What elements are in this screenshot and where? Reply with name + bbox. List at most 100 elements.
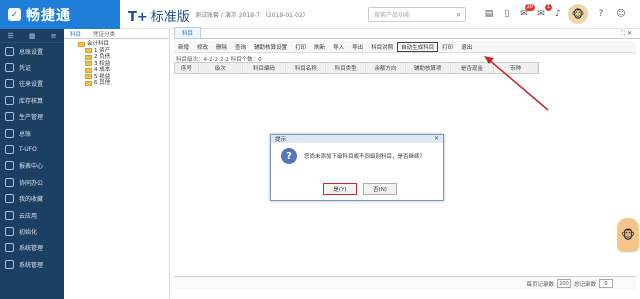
sidebar-item[interactable]: 往来设置 <box>0 76 64 92</box>
toolbar-delete-button[interactable]: 删除 <box>212 43 231 51</box>
sidebar-item[interactable]: 云应用 <box>0 207 64 223</box>
col-name[interactable]: 科目名称 <box>286 63 327 73</box>
question-icon: ? <box>281 148 297 164</box>
top-bar: ✓ 畅捷通 T+ 标准版 测试账套 / 演示 2018-7 （2019-01-0… <box>0 0 640 29</box>
col-type[interactable]: 科目类型 <box>326 63 366 73</box>
toolbar-print2-button[interactable]: 打印 <box>438 43 457 51</box>
folder-icon <box>85 74 92 80</box>
edition-name: 标准版 <box>150 10 190 25</box>
document-tabs: 科目 <box>174 27 640 39</box>
account-tree: 会计科目 1 资产 2 负债 3 权益 4 成本 5 损益 6 其他 <box>64 39 169 87</box>
page-size-input[interactable]: 200 <box>556 279 571 288</box>
gift-icon[interactable]: ✉ 20 <box>517 4 535 21</box>
col-code[interactable]: 科目编码 <box>243 63 287 73</box>
sidebar-item[interactable]: 报表中心 <box>0 158 64 174</box>
total-count: 0 <box>599 279 613 288</box>
left-panel: 科目 凭证分类 会计科目 1 资产 2 负债 3 权益 4 成本 5 损益 6 … <box>64 29 170 299</box>
col-cash[interactable]: 是否现金 <box>451 63 495 73</box>
toolbar-refresh-button[interactable]: 刷新 <box>310 43 329 51</box>
close-icon[interactable]: ✕ <box>434 135 439 142</box>
nav-icon <box>5 259 14 269</box>
folder-icon <box>85 67 92 73</box>
tree-node[interactable]: 6 其他 <box>78 80 169 87</box>
app-logo[interactable]: ✓ 畅捷通 <box>0 0 120 29</box>
sidebar-item[interactable]: 总账 <box>0 125 64 141</box>
sidebar-item[interactable]: 初始化 <box>0 223 64 239</box>
sidebar-item[interactable]: 生产管理 <box>0 109 64 125</box>
page-size-label: 每页记录数 <box>526 281 554 288</box>
nav-icon <box>5 63 14 73</box>
total-label: 总记录数 <box>573 281 596 288</box>
tab-accounts[interactable]: 科目 <box>64 29 87 38</box>
nav-icon <box>5 128 14 138</box>
phone-icon[interactable]: ▯ <box>500 7 514 21</box>
dialog-title: 提示 <box>271 135 443 143</box>
nav-icon <box>5 194 14 204</box>
nav-icon <box>5 210 14 220</box>
company-info: 测试账套 / 演示 2018-7 （2019-01-02） <box>195 12 309 19</box>
sidebar-item[interactable]: 系统管理 <box>0 256 64 272</box>
nav-icon <box>5 46 14 56</box>
confirm-dialog: 提示 ✕ ? 您尚未添加下级科目或不同级别科目，是否继续？ 是(Y) 否(N) <box>270 134 444 201</box>
toolbar-autogen-button[interactable]: 自动生成科目 <box>397 41 439 52</box>
logo-mark-icon: ✓ <box>8 8 21 21</box>
toolbar: 新增 修改 删除 查询 辅助核算设置 打印 刷新 导入 导出 科目对照 自动生成… <box>174 41 636 53</box>
toolbar-mapping-button[interactable]: 科目对照 <box>367 43 397 51</box>
sidebar-top: ☰ ▦ ≡ <box>0 29 64 43</box>
status-bar: 每页记录数 200 总记录数 0 <box>174 276 636 290</box>
mascot-icon[interactable]: 🐵 <box>617 218 639 252</box>
mail-icon[interactable]: ✉ 1 <box>534 4 552 21</box>
edition-prefix: T+ <box>128 10 148 25</box>
col-index[interactable]: 序号 <box>175 63 199 73</box>
toolbar-import-button[interactable]: 导入 <box>329 43 348 51</box>
sidebar-item[interactable]: 我的收藏 <box>0 191 64 207</box>
sidebar-item[interactable]: 库存核算 <box>0 92 64 108</box>
toolbar-query-button[interactable]: 查询 <box>231 43 250 51</box>
nav-icon <box>5 79 14 89</box>
avatar[interactable]: 🐵 <box>568 4 588 24</box>
list-icon[interactable]: ≡ <box>51 32 57 40</box>
search-input[interactable]: 搜索产品功能 ⌕ <box>368 7 466 22</box>
no-button[interactable]: 否(N) <box>363 183 397 195</box>
nav-icon <box>5 161 14 171</box>
bell-icon[interactable]: ♪ <box>551 7 565 21</box>
toolbar-aux-button[interactable]: 辅助核算设置 <box>250 43 291 51</box>
notes-icon[interactable]: ▤ <box>482 7 496 21</box>
tab-accounts-doc[interactable]: 科目 <box>174 27 202 38</box>
left-panel-tabs: 科目 凭证分类 <box>64 29 169 39</box>
user-icon[interactable]: ☺ <box>614 7 628 21</box>
folder-icon <box>85 80 92 86</box>
folder-icon <box>85 54 92 60</box>
toolbar-print-button[interactable]: 打印 <box>291 43 310 51</box>
grid-icon[interactable]: ▦ <box>29 32 36 40</box>
nav-icon <box>5 243 14 253</box>
col-direction[interactable]: 余额方向 <box>366 63 406 73</box>
toolbar-edit-button[interactable]: 修改 <box>193 43 212 51</box>
window-controls[interactable]: ⛶ ✕ <box>621 30 632 38</box>
search-icon[interactable]: ⌕ <box>457 10 461 20</box>
toolbar-export-button[interactable]: 导出 <box>348 43 367 51</box>
search-placeholder: 搜索产品功能 <box>374 12 411 19</box>
sidebar-item[interactable]: 系统管理 <box>0 240 64 256</box>
nav-icon <box>5 145 14 155</box>
folder-icon <box>85 61 92 67</box>
folder-icon <box>78 41 85 47</box>
edition: T+ 标准版 <box>128 6 190 25</box>
nav-icon <box>5 95 14 105</box>
nav-icon <box>5 226 14 236</box>
col-aux[interactable]: 辅助核算项 <box>406 63 451 73</box>
tab-voucher-category[interactable]: 凭证分类 <box>87 29 121 38</box>
menu-icon[interactable]: ☰ <box>8 32 14 40</box>
sidebar-item[interactable]: 凭证 <box>0 59 64 75</box>
yes-button[interactable]: 是(Y) <box>323 183 357 195</box>
sidebar: ☰ ▦ ≡ 总账设置 凭证 往来设置 库存核算 生产管理 总账 T-UFO 报表… <box>0 29 64 299</box>
help-icon[interactable]: ? <box>594 7 608 21</box>
toolbar-exit-button[interactable]: 退出 <box>457 43 476 51</box>
sidebar-item[interactable]: 总账设置 <box>0 43 64 59</box>
toolbar-new-button[interactable]: 新增 <box>174 43 193 51</box>
sidebar-item[interactable]: 协同办公 <box>0 174 64 190</box>
col-currency[interactable]: 币种 <box>494 63 539 73</box>
nav-icon <box>5 177 14 187</box>
sidebar-item[interactable]: T-UFO <box>0 141 64 157</box>
col-level[interactable]: 级次 <box>199 63 243 73</box>
